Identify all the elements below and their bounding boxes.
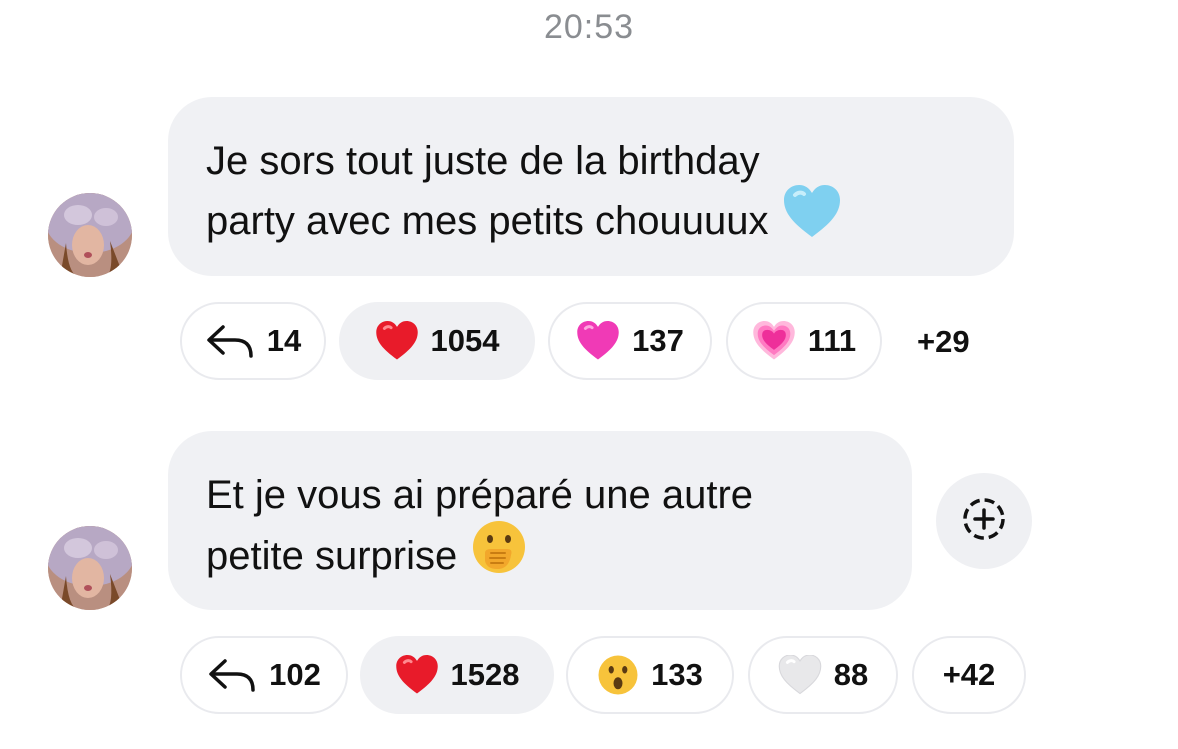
reaction-count: 88 xyxy=(833,657,869,692)
reaction-count: 137 xyxy=(632,323,684,358)
pink-heart-icon xyxy=(576,321,620,361)
reaction-red-heart[interactable]: 1528 xyxy=(360,636,554,714)
message-bubble[interactable]: Je sors tout juste de la birthday party … xyxy=(168,97,1014,276)
astonished-face-icon xyxy=(597,654,639,696)
more-reactions-count: +42 xyxy=(942,657,996,692)
more-reactions-button[interactable]: +29 xyxy=(917,324,970,360)
sender-avatar[interactable] xyxy=(48,193,132,277)
reaction-white-heart[interactable]: 88 xyxy=(748,636,898,714)
more-reactions-button[interactable]: +42 xyxy=(912,636,1026,714)
reaction-count: 1054 xyxy=(430,323,500,358)
reply-count-button[interactable]: 102 xyxy=(180,636,348,714)
reaction-pink-heart[interactable]: 137 xyxy=(548,302,712,380)
reaction-count: 111 xyxy=(807,323,857,358)
red-heart-icon xyxy=(395,655,439,695)
reply-arrow-icon xyxy=(205,323,255,359)
light-blue-heart-icon xyxy=(783,185,841,256)
reaction-astonished-face[interactable]: 133 xyxy=(566,636,734,714)
reaction-count: 133 xyxy=(651,657,703,692)
reply-arrow-icon xyxy=(207,657,257,693)
reaction-growing-heart[interactable]: 111 xyxy=(726,302,882,380)
message-text-line: Et je vous ai préparé une autre xyxy=(206,473,754,517)
sender-avatar[interactable] xyxy=(48,526,132,610)
message-text-line: Je sors tout juste de la birthday xyxy=(206,139,760,183)
add-reaction-icon xyxy=(960,495,1008,548)
message-timestamp: 20:53 xyxy=(543,8,635,46)
face-with-hand-over-mouth-icon xyxy=(471,519,527,592)
white-heart-icon xyxy=(778,655,822,695)
red-heart-icon xyxy=(375,321,419,361)
reaction-count: 1528 xyxy=(450,657,520,692)
reply-count-button[interactable]: 14 xyxy=(180,302,326,380)
reaction-red-heart[interactable]: 1054 xyxy=(339,302,535,380)
reply-count: 14 xyxy=(266,323,302,358)
message-text-line: petite surprise xyxy=(206,521,874,592)
message-text-line: party avec mes petits chouuuux xyxy=(206,185,976,256)
growing-heart-icon xyxy=(752,321,796,361)
reply-count: 102 xyxy=(269,657,321,692)
message-bubble[interactable]: Et je vous ai préparé une autre petite s… xyxy=(168,431,912,610)
add-reaction-button[interactable] xyxy=(936,473,1032,569)
